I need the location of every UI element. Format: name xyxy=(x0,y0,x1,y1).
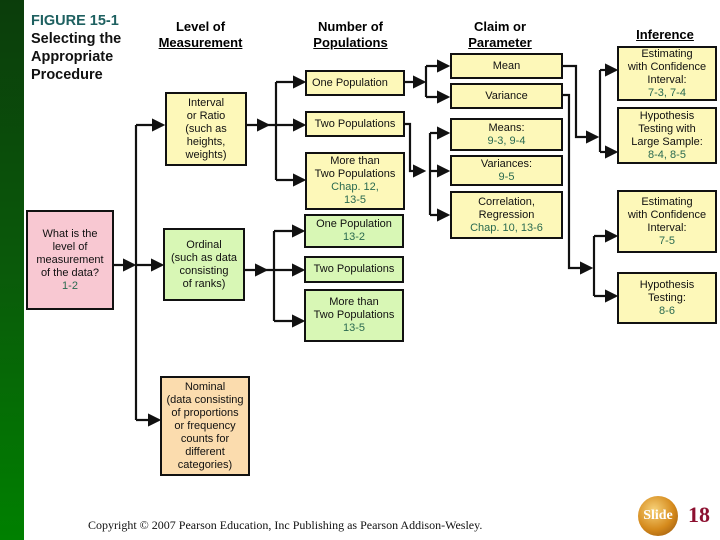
node-text: One Population xyxy=(312,76,388,89)
node-interval-ratio: Interval or Ratio (such as heights, weig… xyxy=(165,92,247,166)
node-text: (such as data xyxy=(170,251,238,264)
node-text: Variance xyxy=(485,89,528,102)
node-interval-more-populations: More than Two Populations Chap. 12, 13-5 xyxy=(305,152,405,210)
node-text: Estimating xyxy=(641,47,693,60)
node-text: Two Populations xyxy=(314,117,396,130)
node-reference: 7-5 xyxy=(659,234,675,247)
node-text: Interval xyxy=(187,96,225,109)
node-text: Ordinal xyxy=(186,238,222,251)
node-text: Estimating xyxy=(641,195,693,208)
node-text: Interval: xyxy=(647,73,687,86)
node-means: Means: 9-3, 9-4 xyxy=(450,118,563,151)
node-text: Means: xyxy=(488,121,525,134)
node-text: More than xyxy=(330,155,380,167)
node-text: Regression xyxy=(478,208,535,221)
node-text: Nominal xyxy=(184,380,226,393)
node-text: of the data? xyxy=(40,266,100,279)
node-reference: 9-5 xyxy=(498,170,515,183)
node-text: Testing: xyxy=(648,291,686,304)
node-text: weights) xyxy=(185,148,227,161)
node-text: Two Populations xyxy=(314,168,396,180)
node-text: level of xyxy=(52,240,88,253)
node-text: or frequency xyxy=(174,419,236,432)
node-text: consisting xyxy=(179,264,229,277)
slide-badge-icon: Slide xyxy=(638,496,678,536)
node-text: (data consisting xyxy=(166,393,244,406)
node-ordinal-two-populations: Two Populations xyxy=(304,256,404,283)
slide-number: 18 xyxy=(688,502,710,527)
node-interval-one-population: One Population xyxy=(305,70,405,96)
node-text: Correlation, xyxy=(478,195,535,208)
node-text: Two Populations xyxy=(313,263,395,275)
node-text: What is the xyxy=(42,227,98,240)
node-text: Mean xyxy=(492,59,521,72)
node-reference: 13-5 xyxy=(343,194,367,206)
node-text: categories) xyxy=(177,458,233,471)
node-text: measurement xyxy=(36,253,104,266)
node-question: What is the level of measurement of the … xyxy=(26,210,114,310)
node-reference: 1-2 xyxy=(62,279,78,292)
node-ordinal-more-populations: More than Two Populations 13-5 xyxy=(304,289,404,342)
slide-label: Slide xyxy=(643,508,673,523)
connector xyxy=(404,122,427,178)
node-text: heights, xyxy=(186,135,226,148)
node-reference: 8-6 xyxy=(659,304,675,317)
node-reference: 8-4, 8-5 xyxy=(648,148,686,161)
node-variances: Variances: 9-5 xyxy=(450,155,563,186)
node-reference: 13-5 xyxy=(342,322,366,334)
node-reference: Chap. 10, 13-6 xyxy=(470,221,543,234)
node-estimating-ci-2: Estimating with Confidence Interval: 7-5 xyxy=(617,190,717,253)
node-text: counts for xyxy=(180,432,230,445)
node-nominal: Nominal (data consisting of proportions … xyxy=(160,376,250,476)
node-text: Interval: xyxy=(647,221,687,234)
node-ordinal: Ordinal (such as data consisting of rank… xyxy=(163,228,245,301)
node-text: with Confidence xyxy=(627,208,707,221)
node-text: (such as xyxy=(185,122,227,135)
node-hypothesis-testing: Hypothesis Testing: 8-6 xyxy=(617,272,717,324)
node-text: different xyxy=(185,445,225,458)
node-estimating-ci-1: Estimating with Confidence Interval: 7-3… xyxy=(617,46,717,101)
node-text: Two Populations xyxy=(313,309,395,321)
node-correlation-regression: Correlation, Regression Chap. 10, 13-6 xyxy=(450,191,563,239)
node-reference: Chap. 12, xyxy=(331,181,379,193)
node-reference: 13-2 xyxy=(342,231,366,243)
node-text: with Confidence xyxy=(627,60,707,73)
node-mean: Mean xyxy=(450,53,563,79)
node-text: of proportions xyxy=(171,406,239,419)
node-text: One Population xyxy=(316,218,392,230)
node-text: Hypothesis xyxy=(639,109,695,122)
node-interval-two-populations: Two Populations xyxy=(305,111,405,137)
node-text: Testing with xyxy=(638,122,696,135)
copyright-text: Copyright © 2007 Pearson Education, Inc … xyxy=(88,518,483,532)
node-text: More than xyxy=(329,296,379,308)
node-text: Hypothesis xyxy=(639,278,695,291)
node-ordinal-one-population: One Population 13-2 xyxy=(304,214,404,248)
node-text: Variances: xyxy=(480,157,533,170)
node-variance: Variance xyxy=(450,83,563,109)
node-hypothesis-large-sample: Hypothesis Testing with Large Sample: 8-… xyxy=(617,107,717,164)
node-text: Large Sample: xyxy=(631,135,703,148)
node-reference: 9-3, 9-4 xyxy=(487,134,526,147)
connector xyxy=(562,64,600,144)
node-text: or Ratio xyxy=(186,109,226,122)
node-text: of ranks) xyxy=(182,277,226,290)
node-reference: 7-3, 7-4 xyxy=(648,86,686,99)
